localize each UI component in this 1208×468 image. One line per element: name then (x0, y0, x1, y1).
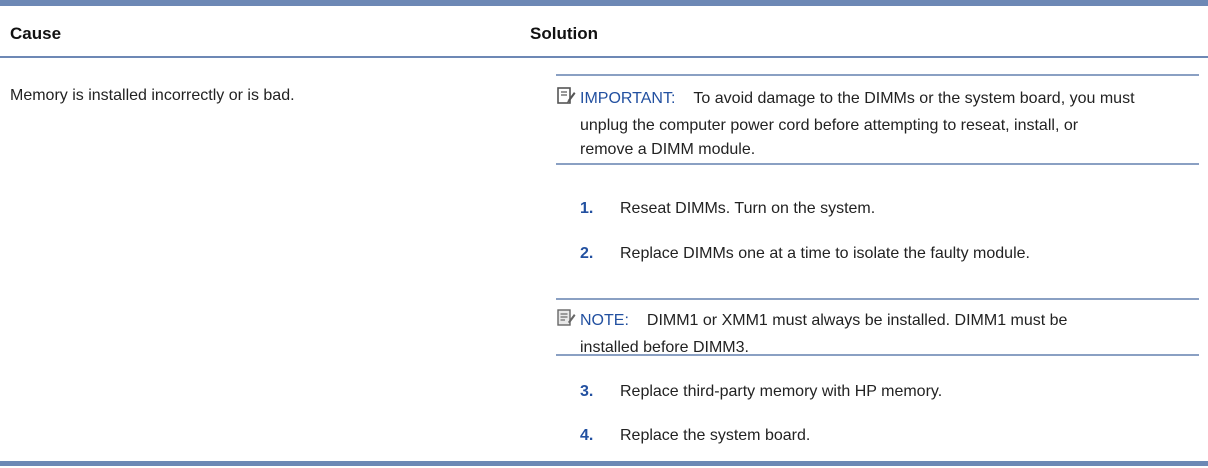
cause-cell: Memory is installed incorrectly or is ba… (10, 87, 295, 104)
header-cause: Cause (10, 24, 62, 43)
important-line-2: unplug the computer power cord before at… (580, 117, 1079, 134)
step-number: 3. (580, 383, 594, 400)
step-number: 1. (580, 200, 594, 217)
important-top-rule (556, 74, 1199, 76)
note-icon (556, 308, 576, 336)
header-rule (0, 56, 1208, 58)
important-icon (556, 86, 576, 114)
note-admonition: NOTE: DIMM1 or XMM1 must always be instal… (556, 308, 1196, 360)
step-text: Replace the system board. (620, 427, 811, 444)
troubleshooting-table: Cause Solution Memory is installed incor… (0, 0, 1208, 468)
note-top-rule (556, 298, 1199, 300)
important-line-3: remove a DIMM module. (580, 141, 756, 158)
step-text: Replace DIMMs one at a time to isolate t… (620, 245, 1030, 262)
note-bottom-rule (556, 354, 1199, 356)
step-number: 4. (580, 427, 594, 444)
step-text: Replace third-party memory with HP memor… (620, 383, 943, 400)
note-line-2: installed before DIMM3. (580, 339, 749, 356)
step-number: 2. (580, 245, 594, 262)
note-line-1: DIMM1 or XMM1 must always be installed. … (646, 312, 1068, 329)
header-solution: Solution (530, 24, 598, 43)
important-bottom-rule (556, 163, 1199, 165)
note-label: NOTE: (580, 312, 629, 329)
step-text: Reseat DIMMs. Turn on the system. (620, 200, 876, 217)
important-label: IMPORTANT: (580, 90, 676, 107)
table-bottom-rule (0, 461, 1208, 466)
table-top-rule (0, 0, 1208, 6)
important-line-1: To avoid damage to the DIMMs or the syst… (693, 90, 1135, 107)
important-admonition: IMPORTANT: To avoid damage to the DIMMs o… (556, 86, 1196, 162)
